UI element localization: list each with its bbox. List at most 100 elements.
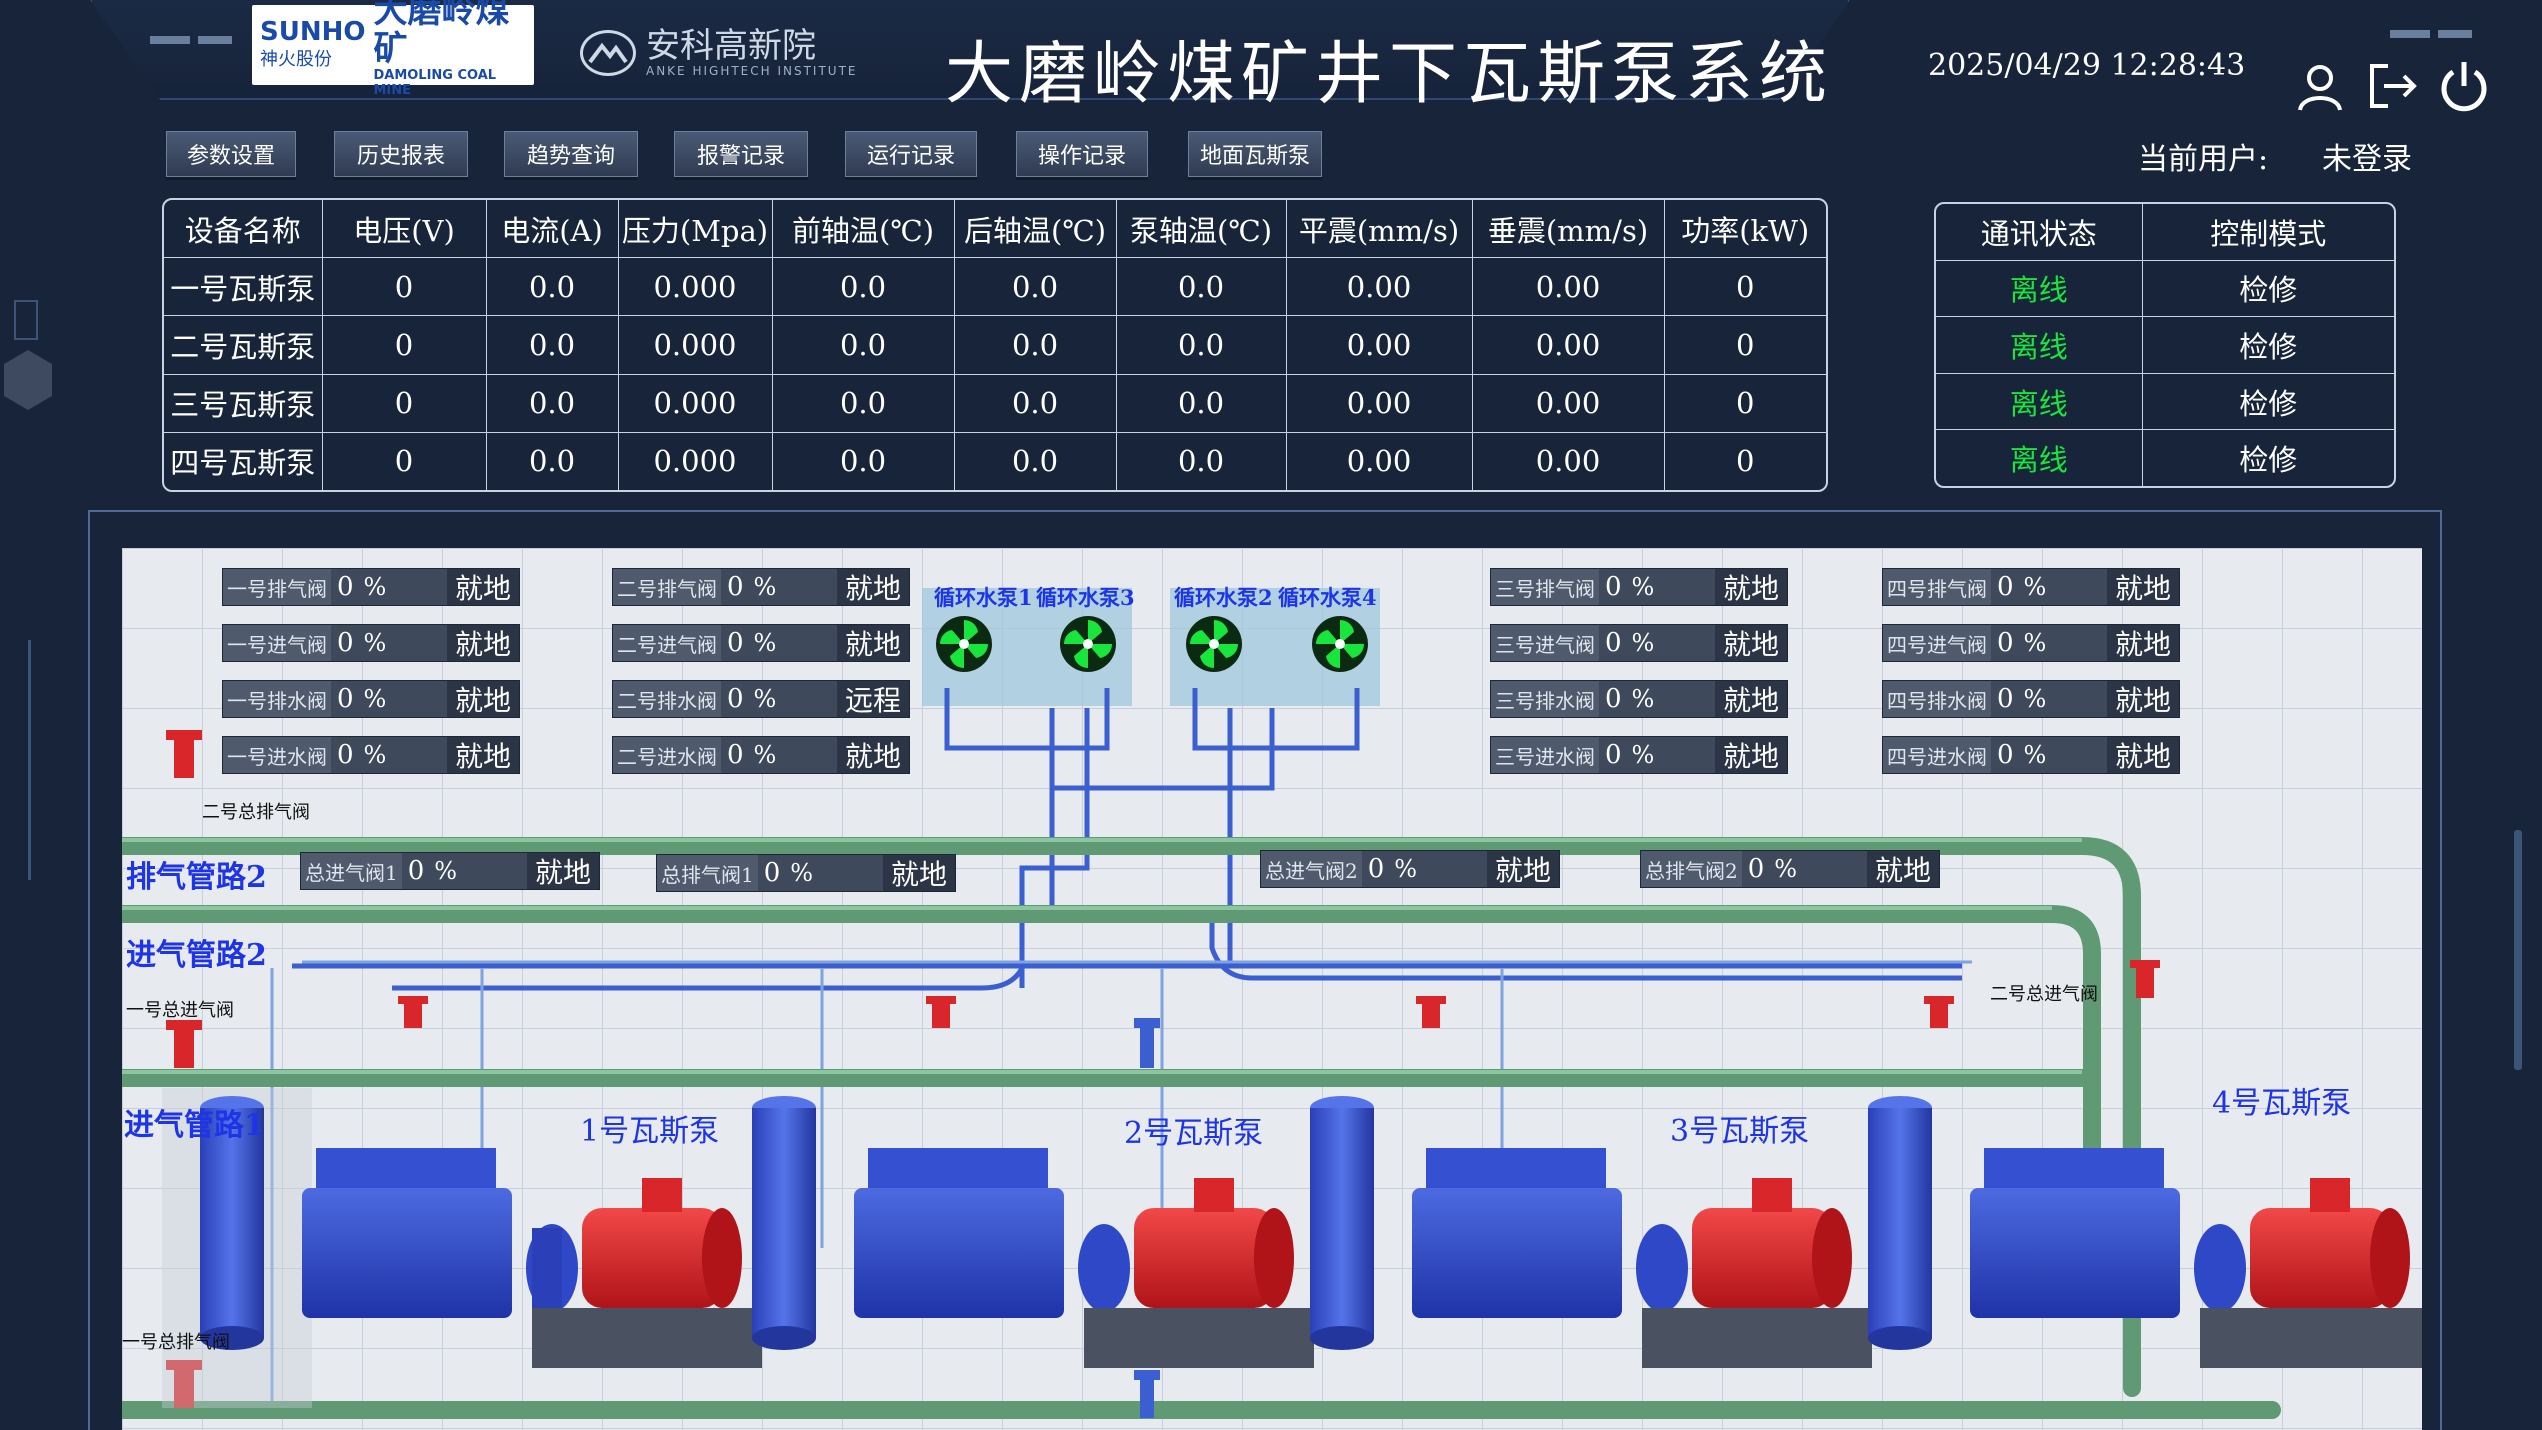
valve-tile[interactable]: 一号进气阀 0% 就地 bbox=[222, 624, 520, 662]
nav-trend-button[interactable]: 趋势查询 bbox=[504, 131, 638, 177]
valve-unit: % bbox=[1631, 629, 1655, 657]
cell: 0.000 bbox=[617, 431, 773, 490]
valve-mode: 就地 bbox=[836, 737, 909, 773]
cell: 0.0 bbox=[485, 257, 619, 317]
pump-4-label: 4号瓦斯泵 bbox=[2212, 1086, 2352, 1121]
side-deco bbox=[28, 640, 31, 880]
col-header: 电流(A) bbox=[485, 200, 619, 259]
nav-surface-pump-button[interactable]: 地面瓦斯泵 bbox=[1188, 131, 1322, 177]
table-row: 离线 检修 bbox=[1936, 316, 2394, 374]
pump-2-label: 2号瓦斯泵 bbox=[1124, 1116, 1264, 1151]
valve-tile[interactable]: 三号进气阀 0% 就地 bbox=[1490, 624, 1788, 662]
side-deco bbox=[2514, 830, 2522, 1070]
cell: 0.0 bbox=[1115, 431, 1287, 490]
valve-mode: 就地 bbox=[1714, 569, 1787, 605]
valve-value: 0 bbox=[1605, 740, 1622, 770]
valve-name: 总排气阀1 bbox=[657, 855, 758, 891]
valve-tile[interactable]: 四号进气阀 0% 就地 bbox=[1882, 624, 2180, 662]
valve-mode: 就地 bbox=[1714, 625, 1787, 661]
nav-alarm-button[interactable]: 报警记录 bbox=[674, 131, 808, 177]
valve-name: 一号排气阀 bbox=[223, 569, 331, 605]
cell: 0 bbox=[321, 373, 487, 433]
status-table: 通讯状态 控制模式 离线 检修 离线 检修 离线 检修 离线 检修 bbox=[1934, 202, 2396, 488]
valve-unit: % bbox=[2023, 685, 2047, 713]
circ-pump-1-fan-icon[interactable] bbox=[934, 614, 994, 674]
circ-pump-4-fan-icon[interactable] bbox=[1310, 614, 1370, 674]
valve-unit: % bbox=[753, 741, 777, 769]
datetime: 2025/04/29 12:28:43 bbox=[1928, 48, 2246, 83]
valve-tile[interactable]: 一号进水阀 0% 就地 bbox=[222, 736, 520, 774]
valve-unit: % bbox=[1631, 573, 1655, 601]
valve-tile[interactable]: 总排气阀2 0% 就地 bbox=[1640, 850, 1940, 888]
valve-value: 0 bbox=[337, 684, 354, 714]
current-user-label: 当前用户: bbox=[2138, 142, 2269, 177]
cell: 0.0 bbox=[1115, 373, 1287, 433]
valve-mode: 远程 bbox=[836, 681, 909, 717]
col-header: 设备名称 bbox=[164, 200, 323, 259]
circ-pump-2-label: 循环水泵2 bbox=[1174, 585, 1273, 610]
cell: 0.0 bbox=[485, 373, 619, 433]
valve-unit: % bbox=[363, 629, 387, 657]
valve-value: 0 bbox=[1367, 854, 1385, 884]
circ-pump-1-label: 循环水泵1 bbox=[934, 585, 1033, 610]
valve-name: 二号排气阀 bbox=[613, 569, 721, 605]
valve-tile[interactable]: 一号排气阀 0% 就地 bbox=[222, 568, 520, 606]
valve-mode: 就地 bbox=[526, 853, 599, 889]
nav-operation-log-button[interactable]: 操作记录 bbox=[1016, 131, 1148, 177]
valve-tile[interactable]: 一号排水阀 0% 就地 bbox=[222, 680, 520, 718]
valve-tile[interactable]: 三号排气阀 0% 就地 bbox=[1490, 568, 1788, 606]
valve-tile[interactable]: 四号进水阀 0% 就地 bbox=[1882, 736, 2180, 774]
valve-tile[interactable]: 二号排气阀 0% 就地 bbox=[612, 568, 910, 606]
table-row: 离线 检修 bbox=[1936, 259, 2394, 318]
cell: 0.0 bbox=[485, 431, 619, 490]
valve-tile[interactable]: 三号排水阀 0% 就地 bbox=[1490, 680, 1788, 718]
valve-unit: % bbox=[753, 685, 777, 713]
valve-name: 总进气阀2 bbox=[1261, 851, 1362, 887]
cell: 四号瓦斯泵 bbox=[164, 431, 323, 490]
nav-params-button[interactable]: 参数设置 bbox=[166, 131, 296, 177]
user-icon[interactable] bbox=[2292, 58, 2348, 114]
valve-tile[interactable]: 二号排水阀 0% 远程 bbox=[612, 680, 910, 718]
valve-mode: 就地 bbox=[446, 569, 519, 605]
cell: 0.00 bbox=[1471, 373, 1665, 433]
valve-tile[interactable]: 总进气阀1 0% 就地 bbox=[300, 852, 600, 890]
pump-params-table: 设备名称 电压(V) 电流(A) 压力(Mpa) 前轴温(℃) 后轴温(℃) 泵… bbox=[162, 198, 1828, 492]
valve-tile[interactable]: 总进气阀2 0% 就地 bbox=[1260, 850, 1560, 888]
valve-unit: % bbox=[434, 857, 458, 885]
valve-tile[interactable]: 二号进水阀 0% 就地 bbox=[612, 736, 910, 774]
valve-mode: 就地 bbox=[1486, 851, 1559, 887]
valve-name: 四号排气阀 bbox=[1883, 569, 1991, 605]
valve-value: 0 bbox=[1997, 684, 2014, 714]
valve-tile[interactable]: 二号进气阀 0% 就地 bbox=[612, 624, 910, 662]
valve-name: 二号进水阀 bbox=[613, 737, 721, 773]
table-row: 三号瓦斯泵 0 0.0 0.000 0.0 0.0 0.0 0.00 0.00 0 bbox=[164, 373, 1826, 433]
logout-icon[interactable] bbox=[2364, 58, 2420, 114]
valve-tile[interactable]: 四号排水阀 0% 就地 bbox=[1882, 680, 2180, 718]
nav-history-button[interactable]: 历史报表 bbox=[334, 131, 468, 177]
col-header: 压力(Mpa) bbox=[617, 200, 773, 259]
valve-tile[interactable]: 总排气阀1 0% 就地 bbox=[656, 854, 956, 892]
valve-name: 四号排水阀 bbox=[1883, 681, 1991, 717]
cell: 0.000 bbox=[617, 315, 773, 375]
pump-3-label: 3号瓦斯泵 bbox=[1670, 1114, 1810, 1149]
valve-mode: 就地 bbox=[2106, 737, 2179, 773]
valve-tile[interactable]: 四号排气阀 0% 就地 bbox=[1882, 568, 2180, 606]
exhaust-valve-1-total-label: 一号总排气阀 bbox=[122, 1332, 230, 1353]
valve-unit: % bbox=[1774, 855, 1798, 883]
valve-value: 0 bbox=[727, 628, 744, 658]
cell: 0.0 bbox=[953, 257, 1117, 317]
logo-sunho-en: SUNHO bbox=[260, 17, 366, 47]
circ-pump-2-fan-icon[interactable] bbox=[1184, 614, 1244, 674]
nav-run-log-button[interactable]: 运行记录 bbox=[845, 131, 977, 177]
cell: 0 bbox=[1663, 257, 1826, 317]
col-header: 平震(mm/s) bbox=[1285, 200, 1473, 259]
power-icon[interactable] bbox=[2436, 58, 2492, 114]
valve-unit: % bbox=[2023, 741, 2047, 769]
page-title: 大磨岭煤矿井下瓦斯泵系统 bbox=[945, 35, 1834, 114]
cell: 0 bbox=[321, 315, 487, 375]
intake-valve-2-total-label: 二号总进气阀 bbox=[1990, 984, 2098, 1005]
valve-tile[interactable]: 三号进水阀 0% 就地 bbox=[1490, 736, 1788, 774]
valve-value: 0 bbox=[1605, 684, 1622, 714]
cell: 0.000 bbox=[617, 257, 773, 317]
circ-pump-3-fan-icon[interactable] bbox=[1058, 614, 1118, 674]
